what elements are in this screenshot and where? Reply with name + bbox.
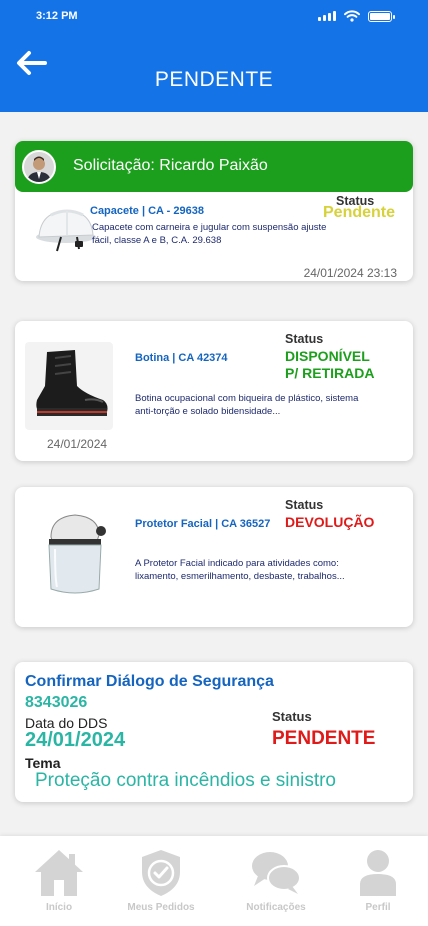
- item-title[interactable]: Protetor Facial | CA 36527: [135, 518, 270, 530]
- status-time: 3:12 PM: [36, 10, 78, 22]
- nav-profile[interactable]: Perfil: [333, 848, 423, 913]
- item-title[interactable]: Capacete | CA - 29638: [90, 205, 204, 217]
- page-title: PENDENTE: [154, 68, 274, 91]
- dds-theme-value: Proteção contra incêndios e sinistro: [35, 770, 336, 791]
- item-card-boot[interactable]: 24/01/2024 Botina | CA 42374 Status DISP…: [15, 321, 413, 461]
- dds-theme-label: Tema: [25, 755, 61, 771]
- wifi-icon: [344, 10, 360, 22]
- status-value-line1: DISPONÍVEL: [285, 348, 370, 364]
- avatar: [22, 150, 56, 184]
- item-description: Botina ocupacional com biqueira de plást…: [135, 393, 359, 417]
- nav-label: Início: [45, 902, 73, 913]
- status-value: PENDENTE: [272, 728, 376, 749]
- status-label: Status: [272, 709, 312, 724]
- nav-notifications[interactable]: Notificações: [231, 848, 321, 913]
- dds-card[interactable]: Confirmar Diálogo de Segurança 8343026 D…: [15, 662, 413, 802]
- request-datetime: 24/01/2024 23:13: [303, 266, 397, 280]
- request-card[interactable]: Solicitação: Ricardo Paixão Capacete | C…: [15, 141, 413, 281]
- home-icon: [35, 850, 83, 896]
- nav-label: Meus Pedidos: [127, 902, 195, 913]
- dds-date-value: 24/01/2024: [25, 729, 126, 751]
- item-title[interactable]: Botina | CA 42374: [135, 352, 228, 364]
- nav-label: Notificações: [246, 902, 306, 913]
- face-shield-image: [41, 509, 111, 599]
- bottom-navigation: Início Meus Pedidos Notificações Perfil: [0, 836, 428, 926]
- item-date: 24/01/2024: [47, 437, 108, 451]
- status-value-line2: P/ RETIRADA: [285, 365, 375, 381]
- status-label: Status: [285, 332, 324, 346]
- item-description: Capacete com carneira e jugular com susp…: [92, 222, 327, 246]
- requester-name: Solicitação: Ricardo Paixão: [73, 157, 268, 174]
- nav-my-orders[interactable]: Meus Pedidos: [116, 848, 206, 913]
- status-value: Pendente: [323, 204, 396, 221]
- cellular-signal-icon: [318, 11, 336, 21]
- nav-label: Perfil: [365, 902, 391, 913]
- dds-code: 8343026: [25, 694, 88, 711]
- chat-bubbles-icon: [252, 852, 301, 894]
- battery-icon: [368, 10, 395, 22]
- status-icons: [318, 10, 395, 22]
- status-bar: 3:12 PM: [36, 10, 395, 24]
- requester-banner: Solicitação: Ricardo Paixão: [15, 141, 413, 192]
- status-value: DEVOLUÇÃO: [285, 514, 375, 530]
- boot-image: [25, 342, 113, 430]
- status-label: Status: [285, 498, 324, 512]
- dds-title: Confirmar Diálogo de Segurança: [25, 673, 274, 690]
- user-icon: [360, 850, 396, 896]
- item-card-face-shield[interactable]: Protetor Facial | CA 36527 Status DEVOLU…: [15, 487, 413, 627]
- shield-check-icon: [142, 850, 180, 896]
- nav-home[interactable]: Início: [14, 848, 104, 913]
- app-header: 3:12 PM PENDENTE: [0, 0, 428, 112]
- item-description: A Protetor Facial indicado para atividad…: [135, 558, 345, 582]
